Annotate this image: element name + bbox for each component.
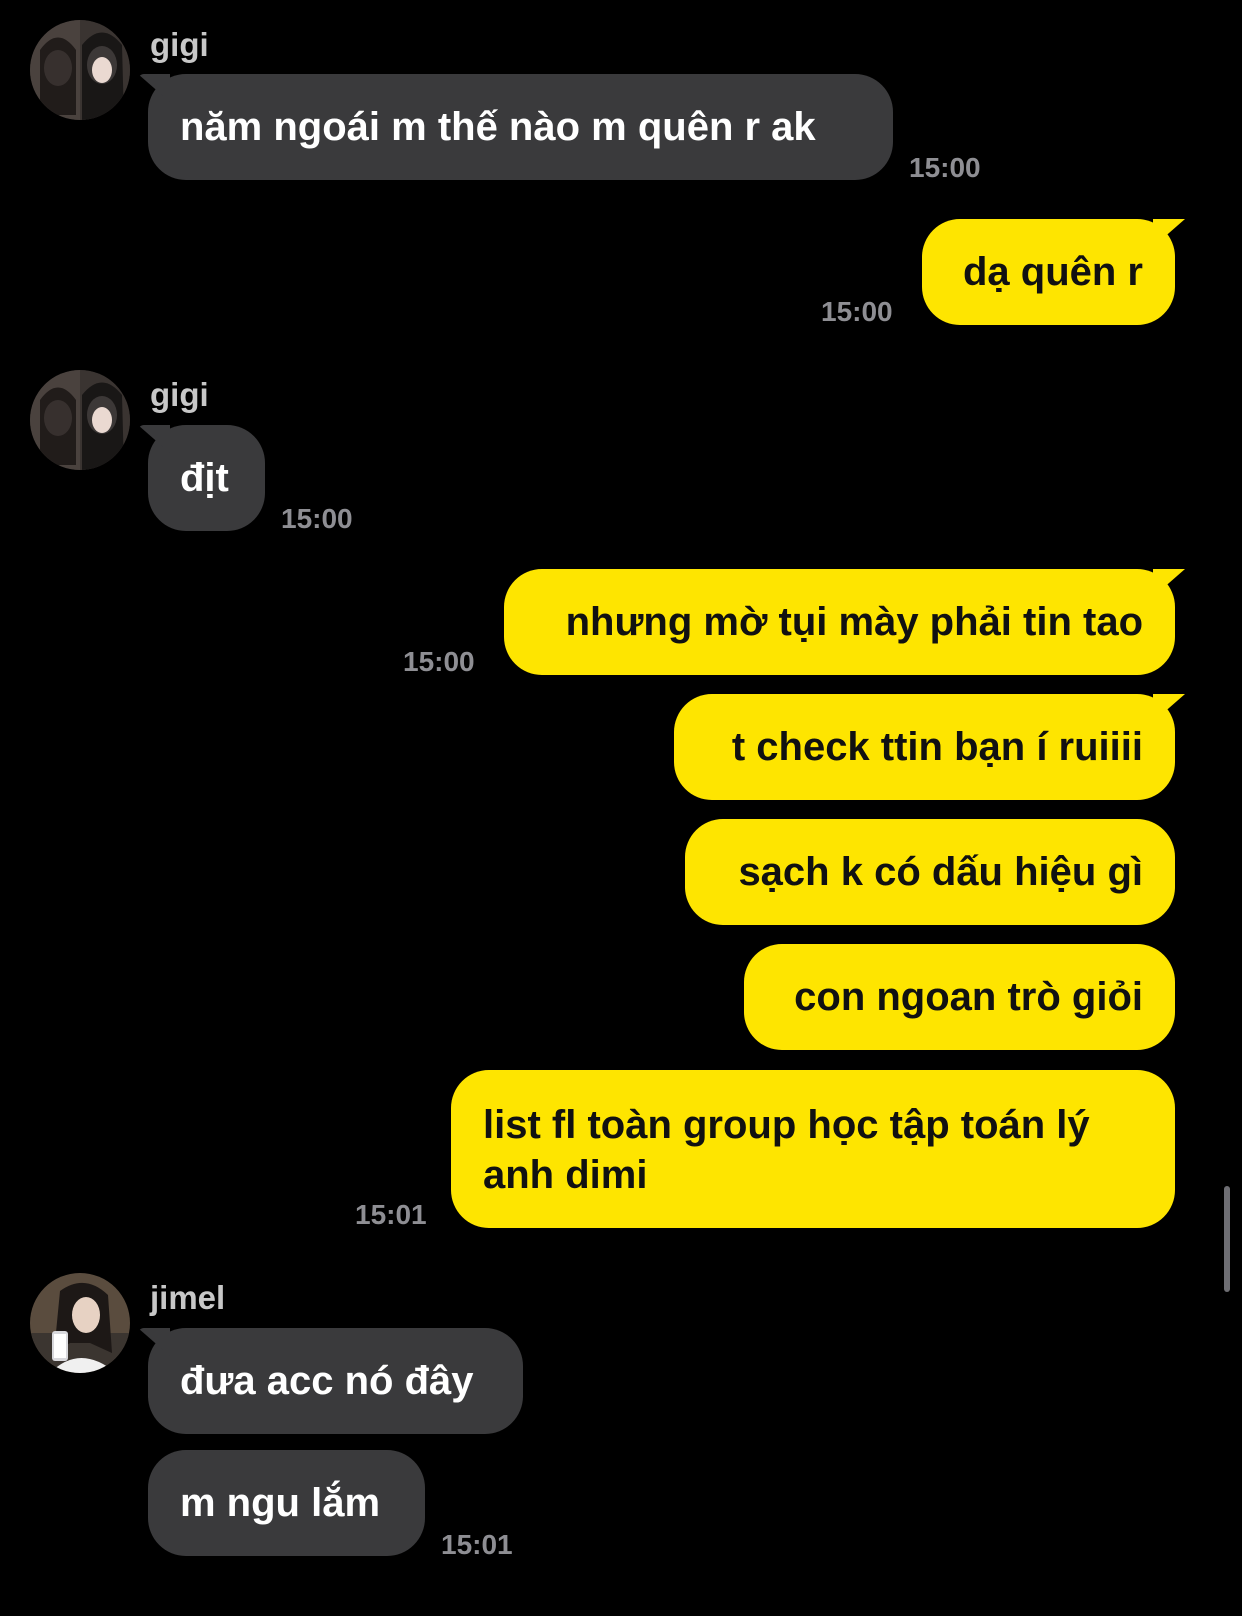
message-timestamp: 15:01 [441, 1529, 513, 1560]
incoming-message[interactable]: m ngu lắm [148, 1450, 425, 1556]
sender-name: gigi [150, 376, 209, 413]
message-text: đưa acc nó đây [180, 1359, 474, 1403]
scrollbar[interactable] [1224, 1186, 1230, 1292]
outgoing-message[interactable]: list fl toàn group học tập toán lý anh d… [451, 1070, 1175, 1228]
chat-thread[interactable]: gigi năm ngoái m thế nào m quên r ak 15:… [0, 0, 1242, 1616]
gigi-avatar[interactable] [30, 20, 130, 120]
gigi-avatar[interactable] [30, 370, 130, 470]
user-avatar-icon [30, 20, 130, 120]
incoming-message[interactable]: địt [148, 425, 265, 531]
jimel-avatar[interactable] [30, 1273, 130, 1373]
message-text: địt [180, 456, 229, 500]
user-avatar-icon [30, 1273, 130, 1373]
message-text: năm ngoái m thế nào m quên r ak [180, 105, 816, 149]
message-text: list fl toàn group học tập toán lý anh d… [483, 1103, 1090, 1197]
sender-name: gigi [150, 26, 209, 63]
outgoing-message[interactable]: t check ttin bạn í ruiiii [674, 694, 1175, 800]
outgoing-message[interactable]: dạ quên r [922, 219, 1175, 325]
incoming-message[interactable]: đưa acc nó đây [148, 1328, 523, 1434]
message-timestamp: 15:00 [403, 646, 475, 677]
message-text: sạch k có dấu hiệu gì [738, 850, 1143, 894]
outgoing-message[interactable]: nhưng mờ tụi mày phải tin tao [504, 569, 1175, 675]
user-avatar-icon [30, 370, 130, 470]
message-timestamp: 15:00 [909, 152, 981, 183]
outgoing-message[interactable]: sạch k có dấu hiệu gì [685, 819, 1175, 925]
outgoing-message[interactable]: con ngoan trò giỏi [744, 944, 1175, 1050]
message-text: t check ttin bạn í ruiiii [731, 725, 1143, 769]
message-text: dạ quên r [962, 250, 1143, 294]
message-timestamp: 15:00 [281, 503, 353, 534]
incoming-message[interactable]: năm ngoái m thế nào m quên r ak [148, 74, 893, 180]
message-text: nhưng mờ tụi mày phải tin tao [565, 600, 1143, 644]
sender-name: jimel [150, 1279, 226, 1316]
message-timestamp: 15:01 [355, 1199, 427, 1230]
message-text: m ngu lắm [180, 1481, 381, 1525]
message-timestamp: 15:00 [821, 296, 893, 327]
message-text: con ngoan trò giỏi [794, 975, 1143, 1019]
